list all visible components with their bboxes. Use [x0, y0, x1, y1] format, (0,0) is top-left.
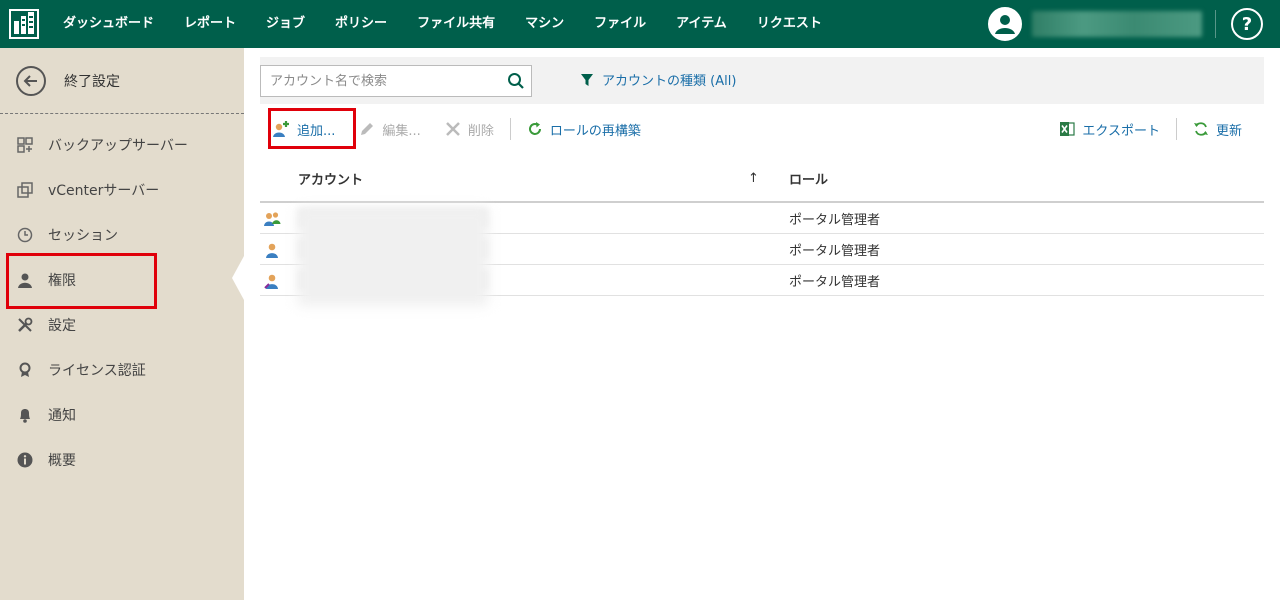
sidebar-item-license[interactable]: ライセンス認証	[0, 347, 244, 392]
exit-settings-label: 終了設定	[64, 73, 120, 90]
toolbar: 追加... 編集... 削除 ロールの再構築 エクスポート 更新	[260, 112, 1264, 146]
column-header-role[interactable]: ロール	[789, 169, 828, 188]
refresh-icon	[1193, 121, 1209, 137]
sidebar-item-label: 設定	[48, 317, 76, 334]
main-nav: ダッシュボード レポート ジョブ ポリシー ファイル共有 マシン ファイル アイ…	[48, 0, 837, 48]
user-menu[interactable]	[988, 0, 1202, 48]
nav-dashboard[interactable]: ダッシュボード	[48, 0, 169, 48]
main-panel: アカウントの種類 (All) 追加... 編集... 削除 ロールの再構築	[244, 48, 1280, 600]
delete-button[interactable]: 削除	[433, 112, 506, 146]
edit-button[interactable]: 編集...	[347, 112, 432, 146]
column-header-account[interactable]: アカウント	[298, 169, 363, 188]
refresh-button[interactable]: 更新	[1181, 112, 1254, 146]
active-item-pointer	[232, 256, 244, 300]
top-bar: ダッシュボード レポート ジョブ ポリシー ファイル共有 マシン ファイル アイ…	[0, 0, 1280, 48]
sidebar-item-label: ライセンス認証	[48, 362, 146, 379]
nav-reports[interactable]: レポート	[169, 0, 251, 48]
filter-icon	[580, 73, 594, 87]
role-cell: ポータル管理者	[789, 243, 881, 259]
admin-user-icon	[263, 272, 281, 290]
highlight-box-permissions	[6, 253, 157, 309]
table-header: アカウント ↑ ロール	[260, 156, 1264, 203]
search-box	[260, 65, 532, 97]
edit-label: 編集...	[382, 123, 421, 139]
nav-file-shares[interactable]: ファイル共有	[402, 0, 510, 48]
nav-requests[interactable]: リクエスト	[742, 0, 837, 48]
bell-icon	[16, 406, 34, 424]
sidebar-item-label: セッション	[48, 227, 118, 244]
nav-jobs[interactable]: ジョブ	[251, 0, 320, 48]
nav-policies[interactable]: ポリシー	[320, 0, 402, 48]
user-account-icon	[263, 241, 281, 259]
sidebar-item-vcenter[interactable]: vCenterサーバー	[0, 167, 244, 212]
sidebar-item-sessions[interactable]: セッション	[0, 212, 244, 257]
clock-icon	[16, 226, 34, 244]
settings-sidebar: 終了設定 バックアップサーバー vCenterサーバー セッション 権限 設定 …	[0, 48, 244, 600]
toolbar-divider	[509, 118, 511, 140]
search-input[interactable]	[261, 66, 501, 96]
sidebar-item-label: 概要	[48, 452, 76, 469]
server-icon	[16, 136, 34, 154]
app-logo-icon[interactable]	[0, 0, 48, 48]
delete-x-icon	[445, 121, 461, 137]
sort-ascending-icon: ↑	[748, 171, 759, 186]
back-arrow-icon	[16, 65, 46, 96]
user-group-icon	[263, 210, 281, 228]
rebuild-icon	[527, 121, 543, 137]
info-icon	[16, 451, 34, 469]
vcenter-icon	[16, 181, 34, 199]
divider	[1215, 10, 1216, 38]
delete-label: 削除	[467, 123, 494, 139]
account-type-filter[interactable]: アカウントの種類 (All)	[580, 70, 736, 89]
excel-icon	[1059, 121, 1075, 137]
nav-files[interactable]: ファイル	[579, 0, 661, 48]
redacted-names-mask	[298, 208, 488, 306]
export-label: エクスポート	[1082, 123, 1160, 139]
filter-label: アカウントの種類 (All)	[602, 74, 737, 89]
tools-icon	[16, 316, 34, 334]
user-name-redacted	[1032, 11, 1202, 37]
sidebar-item-label: バックアップサーバー	[48, 137, 188, 154]
sidebar-item-label: 通知	[48, 407, 76, 424]
sidebar-item-backup-servers[interactable]: バックアップサーバー	[0, 122, 244, 167]
role-cell: ポータル管理者	[789, 274, 881, 290]
export-button[interactable]: エクスポート	[1047, 112, 1172, 146]
rebuild-label: ロールの再構築	[549, 123, 641, 139]
license-icon	[16, 361, 34, 379]
help-button[interactable]: ?	[1231, 8, 1263, 40]
sidebar-item-notifications[interactable]: 通知	[0, 392, 244, 437]
exit-settings-button[interactable]: 終了設定	[0, 48, 244, 114]
refresh-label: 更新	[1215, 123, 1242, 139]
sidebar-item-about[interactable]: 概要	[0, 437, 244, 482]
highlight-box-add	[268, 108, 356, 149]
pencil-icon	[359, 121, 375, 137]
search-icon[interactable]	[501, 66, 531, 96]
nav-items[interactable]: アイテム	[661, 0, 742, 48]
rebuild-roles-button[interactable]: ロールの再構築	[515, 112, 653, 146]
sidebar-item-label: vCenterサーバー	[48, 182, 160, 199]
nav-machines[interactable]: マシン	[510, 0, 579, 48]
user-avatar-icon[interactable]	[988, 7, 1022, 41]
toolbar-divider	[1175, 118, 1177, 140]
role-cell: ポータル管理者	[789, 212, 881, 228]
